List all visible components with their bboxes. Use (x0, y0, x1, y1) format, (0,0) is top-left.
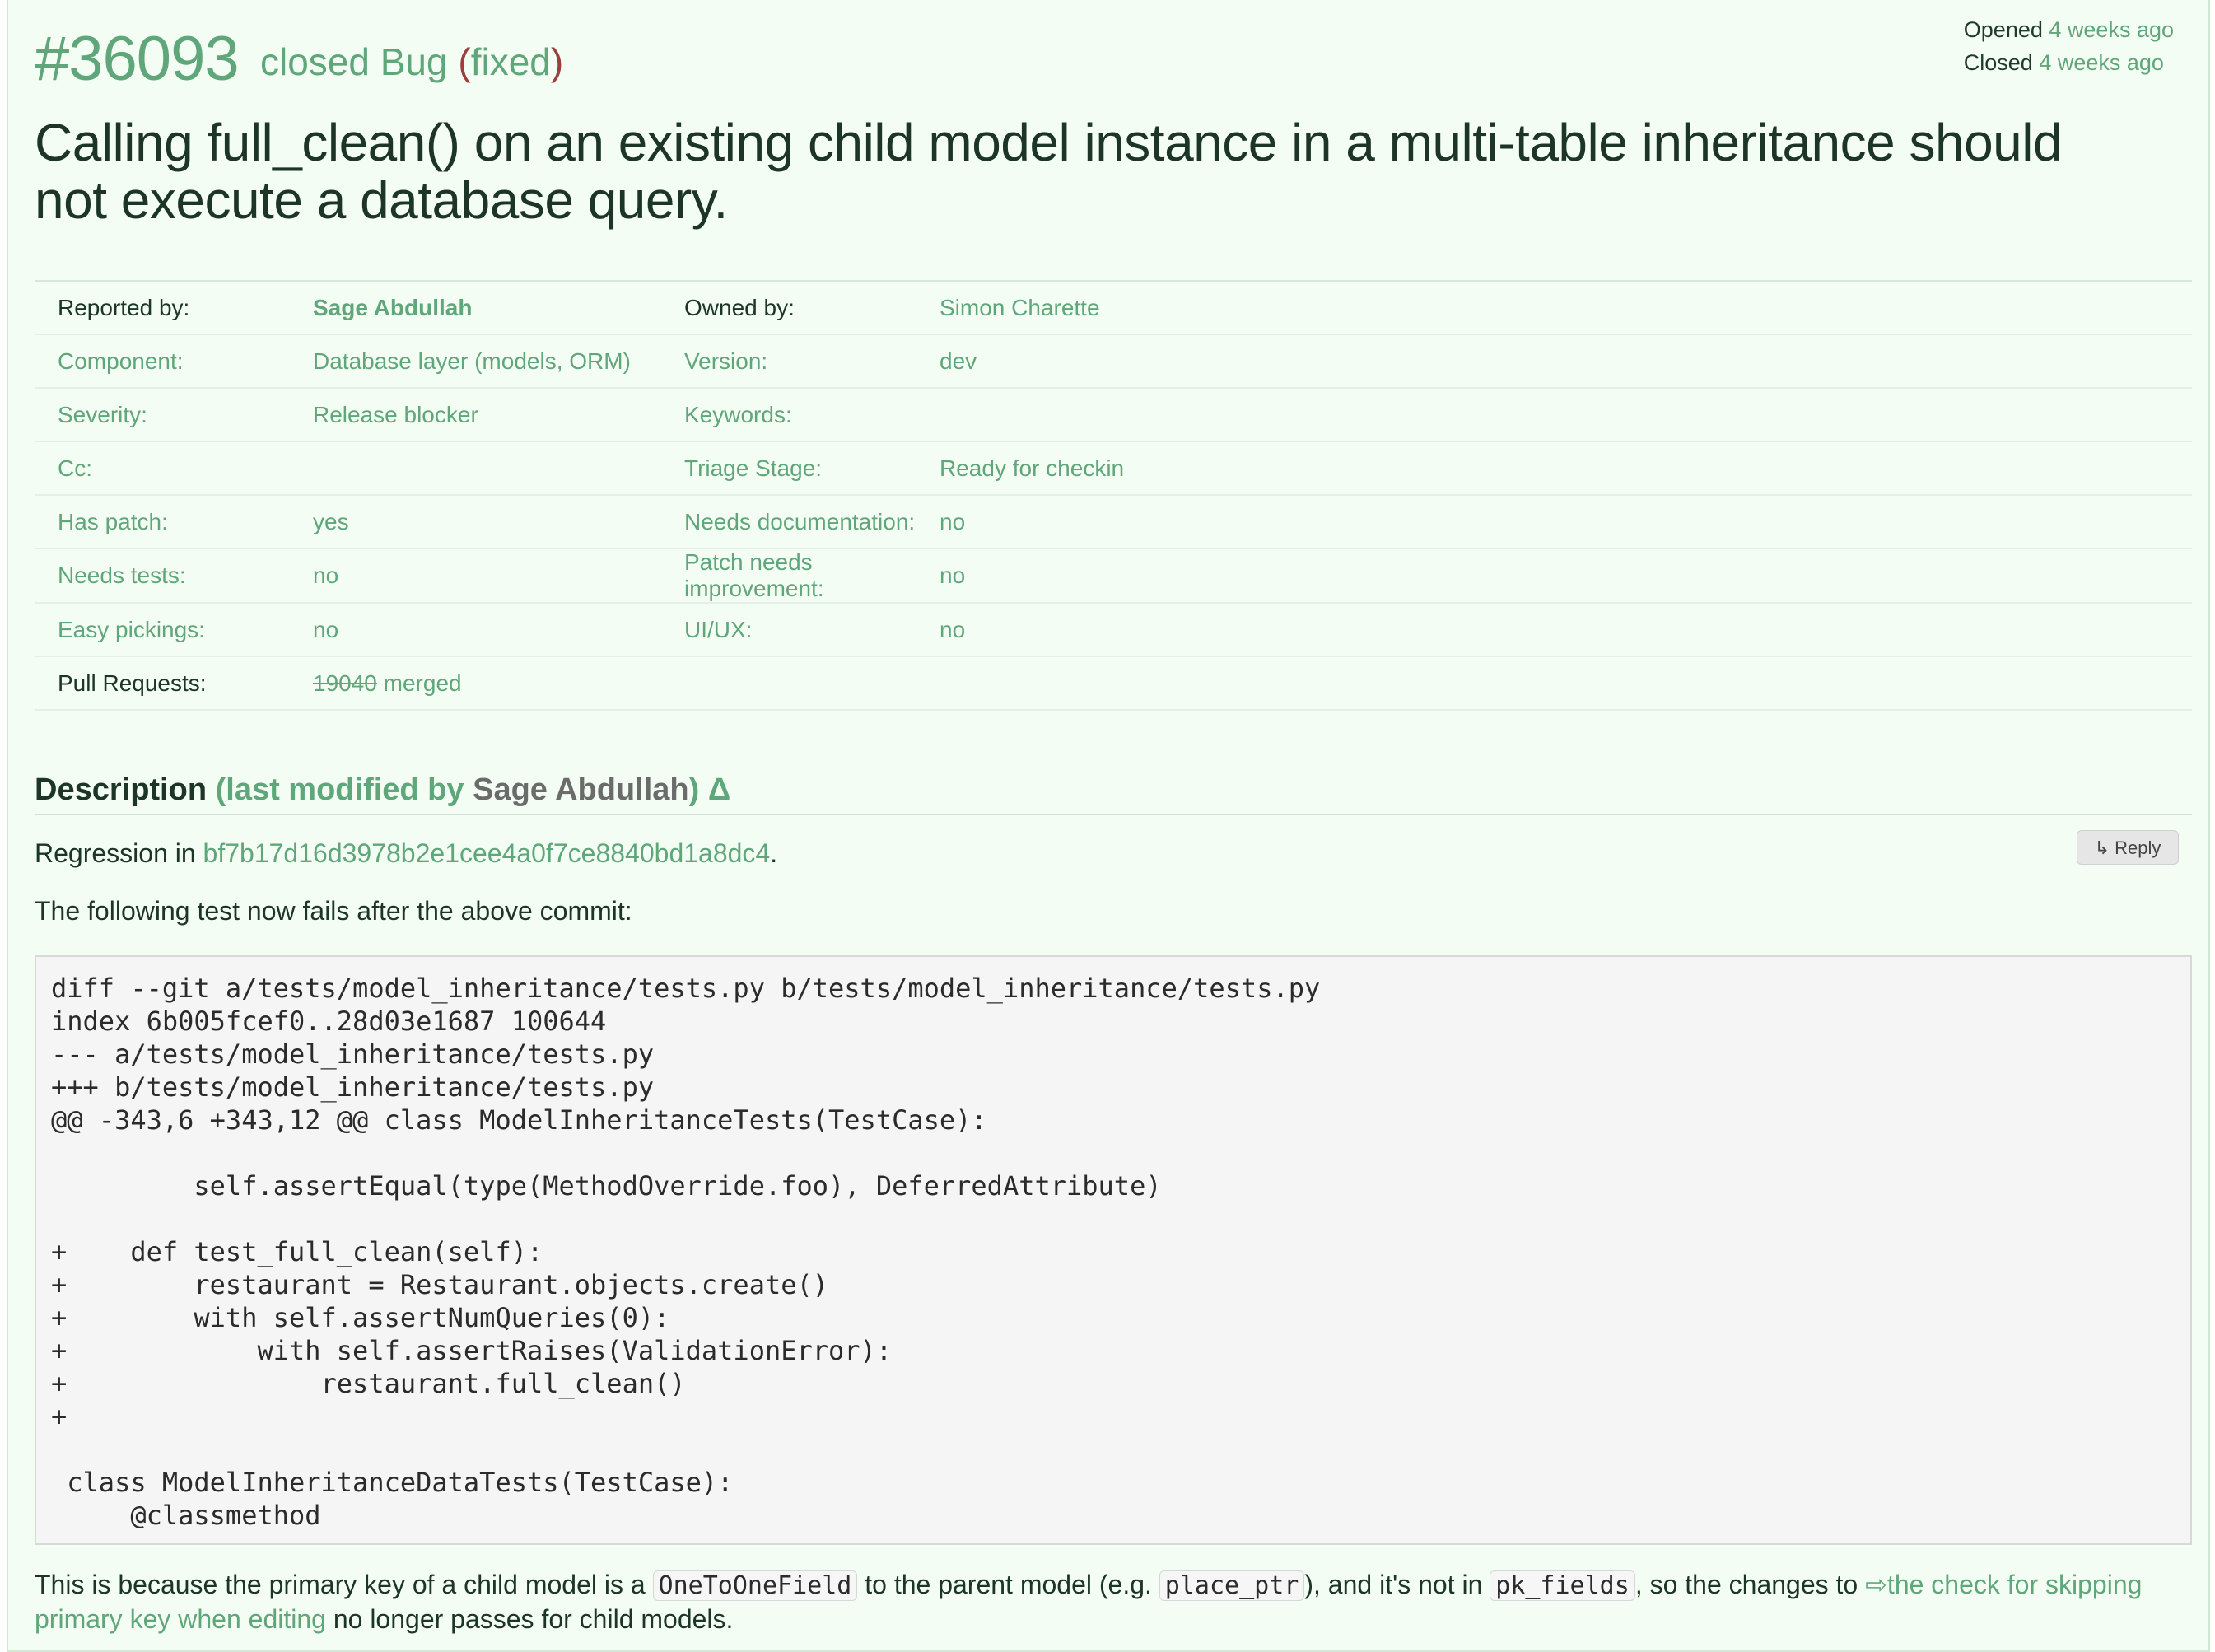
owner-link[interactable]: Simon Charette (916, 281, 2192, 335)
diff-code-block: diff --git a/tests/model_inheritance/tes… (35, 955, 2192, 1545)
property-row: Easy pickings: no UI/UX: no (35, 603, 2192, 657)
ticket-dates: Opened 4 weeks ago Closed 4 weeks ago (1964, 13, 2174, 79)
triage-stage-value[interactable]: Ready for checkin (916, 441, 2192, 496)
property-row: Pull Requests: 19040 merged (35, 656, 2192, 711)
explain-text-5: no longer passes for child models. (333, 1604, 734, 1634)
regression-paragraph: Regression in bf7b17d16d3978b2e1cee4a0f7… (35, 838, 777, 869)
description-heading: Description (last modified by Sage Abdul… (35, 772, 2192, 815)
explanation-paragraph: This is because the primary key of a chi… (35, 1568, 2200, 1636)
diff-delta-link[interactable]: Δ (708, 772, 730, 807)
pull-request-link[interactable]: 19040 (313, 670, 377, 696)
property-row: Cc: Triage Stage: Ready for checkin (35, 441, 2192, 496)
code-onetoonefield: OneToOneField (652, 1570, 858, 1601)
property-row: Has patch: yes Needs documentation: no (35, 495, 2192, 549)
resolution-close-paren: ) (550, 40, 564, 83)
ticket-properties-table: Reported by: Sage Abdullah Owned by: Sim… (35, 280, 2192, 711)
last-modified-prefix: (last modified by (215, 772, 464, 807)
component-label[interactable]: Component: (35, 334, 290, 389)
ticket-type: Bug (380, 40, 448, 83)
empty-cell (916, 656, 2192, 711)
ui-ux-label[interactable]: UI/UX: (661, 603, 916, 657)
regression-prefix: Regression in (35, 838, 196, 868)
ticket-status: closed (260, 40, 370, 83)
ticket-resolution: fixed (470, 40, 551, 83)
ticket-summary: Calling full_clean() on an existing chil… (35, 113, 2063, 230)
opened-label: Opened (1963, 17, 2043, 42)
reported-by-label: Reported by: (35, 281, 290, 335)
needs-tests-value[interactable]: no (290, 548, 661, 604)
closed-label: Closed (1963, 50, 2033, 75)
empty-cell (661, 656, 916, 711)
description-title: Description (35, 772, 208, 807)
pull-requests-label: Pull Requests: (35, 656, 290, 711)
explain-text-2: to the parent model (e.g. (865, 1570, 1152, 1599)
explain-text-3: ), and it's not in (1304, 1570, 1483, 1599)
needs-documentation-label[interactable]: Needs documentation: (661, 495, 916, 549)
ticket-status-type: closed Bug (fixed) (260, 40, 563, 84)
pull-request-state: merged (383, 670, 462, 696)
code-pk-fields: pk_fields (1490, 1570, 1635, 1601)
patch-needs-improvement-value[interactable]: no (916, 548, 2192, 604)
last-modified-suffix: ) (688, 772, 700, 807)
closed-time-link[interactable]: 4 weeks ago (2039, 50, 2164, 75)
severity-label[interactable]: Severity: (35, 388, 290, 442)
reporter-link[interactable]: Sage Abdullah (290, 281, 661, 335)
commit-link[interactable]: bf7b17d16d3978b2e1cee4a0f7ce8840bd1a8dc4 (203, 838, 771, 868)
keywords-label[interactable]: Keywords: (661, 388, 916, 442)
code-place-ptr: place_ptr (1159, 1570, 1305, 1601)
keywords-value (916, 388, 2192, 442)
has-patch-value[interactable]: yes (290, 495, 661, 549)
property-row: Severity: Release blocker Keywords: (35, 388, 2192, 442)
version-value[interactable]: dev (916, 334, 2192, 389)
resolution-open-paren: ( (458, 40, 471, 83)
ticket-id: #36093 (35, 24, 240, 94)
triage-stage-label[interactable]: Triage Stage: (661, 441, 916, 496)
explain-text-1: This is because the primary key of a chi… (35, 1570, 646, 1599)
ui-ux-value[interactable]: no (916, 603, 2192, 657)
version-label[interactable]: Version: (661, 334, 916, 389)
last-modified-author: Sage Abdullah (473, 772, 689, 807)
needs-tests-label[interactable]: Needs tests: (35, 548, 290, 604)
easy-pickings-value[interactable]: no (290, 603, 661, 657)
intro-paragraph: The following test now fails after the a… (35, 896, 632, 926)
property-row: Reported by: Sage Abdullah Owned by: Sim… (35, 281, 2192, 335)
owned-by-label: Owned by: (661, 281, 916, 335)
has-patch-label[interactable]: Has patch: (35, 495, 290, 549)
easy-pickings-label[interactable]: Easy pickings: (35, 603, 290, 657)
property-row: Needs tests: no Patch needs improvement:… (35, 548, 2192, 604)
property-row: Component: Database layer (models, ORM) … (35, 334, 2192, 389)
cc-label[interactable]: Cc: (35, 441, 290, 496)
needs-documentation-value[interactable]: no (916, 495, 2192, 549)
regression-period: . (770, 838, 778, 868)
explain-text-4: , so the changes to (1634, 1570, 1858, 1599)
pull-requests-value: 19040 merged (290, 656, 661, 711)
reply-button[interactable]: ↳ Reply (2077, 830, 2179, 865)
cc-value (290, 441, 661, 496)
severity-value[interactable]: Release blocker (290, 388, 661, 442)
ticket: Opened 4 weeks ago Closed 4 weeks ago #3… (7, 0, 2210, 1652)
opened-time-link[interactable]: 4 weeks ago (2049, 17, 2174, 42)
patch-needs-improvement-label[interactable]: Patch needs improvement: (661, 548, 916, 604)
component-value[interactable]: Database layer (models, ORM) (290, 334, 661, 389)
